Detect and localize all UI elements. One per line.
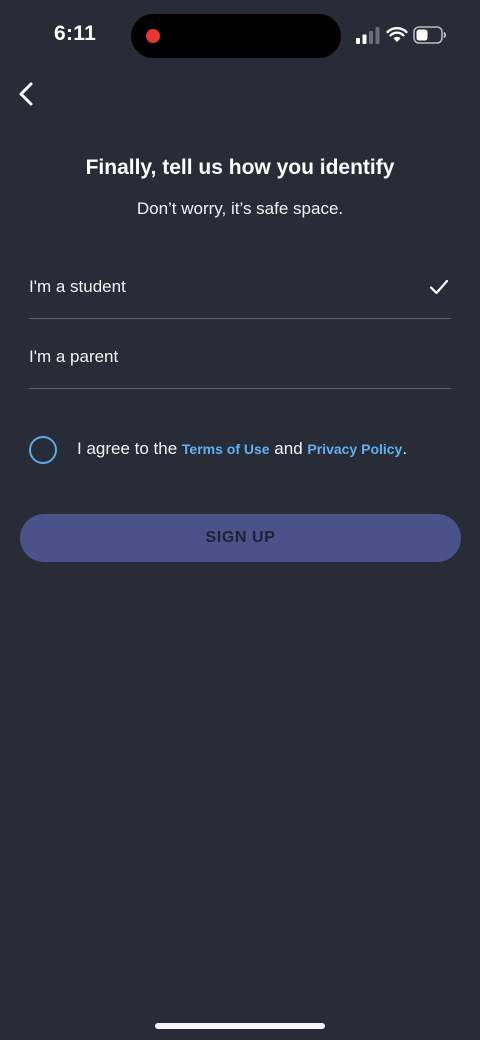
terms-of-use-link[interactable]: Terms of Use [182, 441, 270, 457]
home-indicator [155, 1023, 325, 1029]
option-parent[interactable]: I'm a parent [29, 318, 451, 389]
option-parent-label: I'm a parent [29, 347, 119, 366]
wifi-icon [386, 27, 408, 42]
battery-icon [413, 26, 447, 44]
status-time: 6:11 [54, 22, 97, 45]
agreement-prefix: I agree to the [77, 439, 182, 458]
agreement-text: I agree to the Terms of Use and Privacy … [77, 439, 407, 459]
chevron-left-icon [19, 82, 33, 106]
recording-dot-icon [146, 29, 160, 43]
back-button[interactable] [6, 74, 46, 114]
privacy-policy-link[interactable]: Privacy Policy [307, 441, 402, 457]
dynamic-island [131, 14, 341, 58]
page-title: Finally, tell us how you identify [85, 156, 395, 179]
option-student-label: I'm a student [29, 277, 126, 296]
sign-up-button[interactable]: SIGN UP [20, 514, 461, 562]
cellular-signal-icon [356, 27, 380, 44]
agreement-middle: and [269, 439, 308, 458]
agree-radio-button[interactable] [29, 436, 57, 464]
option-student[interactable]: I'm a student [29, 248, 451, 319]
page-subtitle: Don’t worry, it’s safe space. [136, 199, 344, 218]
status-bar: 6:11 [0, 0, 480, 72]
checkmark-icon [429, 279, 449, 295]
signup-identify-screen: 6:11 Finally, tell us how you identify D… [0, 0, 480, 1040]
agreement-suffix: . [402, 439, 408, 458]
